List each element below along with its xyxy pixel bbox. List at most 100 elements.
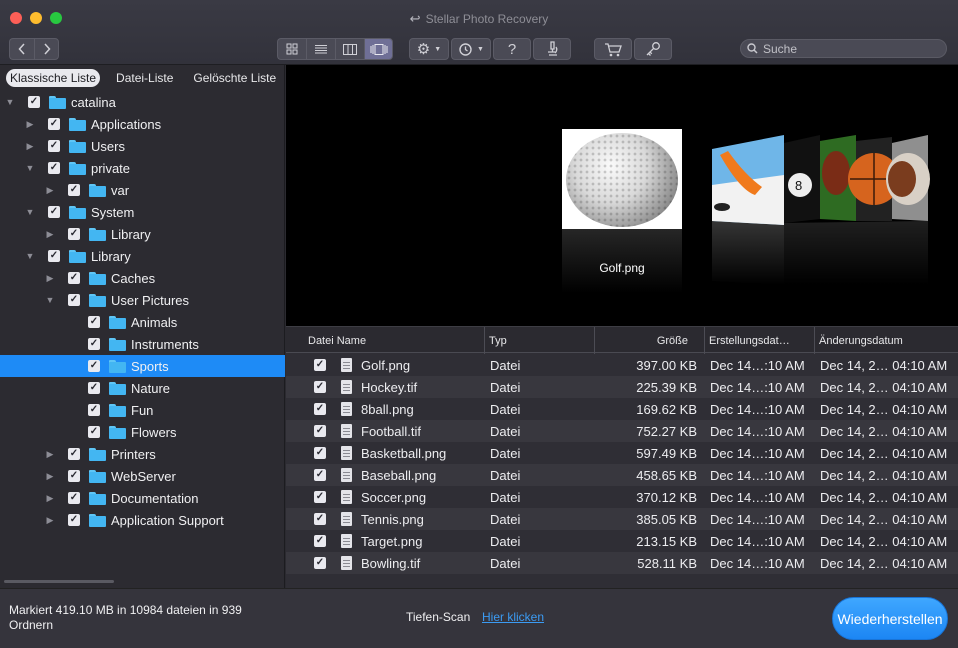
- column-header-modified[interactable]: Änderungsdatum: [815, 327, 958, 354]
- table-row[interactable]: ✓ Bowling.tif Datei 528.11 KB Dec 14…:10 AM D…: [286, 552, 958, 574]
- tree-item-nature[interactable]: ✓ Nature: [0, 377, 285, 399]
- coverflow-side-images[interactable]: 8: [710, 135, 932, 285]
- tree-checkbox[interactable]: ✓: [68, 514, 80, 526]
- disclosure-closed-icon[interactable]: ▶: [24, 140, 36, 152]
- tree-checkbox[interactable]: ✓: [68, 184, 80, 196]
- table-row[interactable]: ✓ Soccer.png Datei 370.12 KB Dec 14…:10 AM De…: [286, 486, 958, 508]
- disclosure-closed-icon[interactable]: ▶: [24, 118, 36, 130]
- disclosure-open-icon[interactable]: ▼: [24, 206, 36, 218]
- tree-item-fun[interactable]: ✓ Fun: [0, 399, 285, 421]
- row-checkbox[interactable]: ✓: [314, 425, 326, 437]
- row-checkbox[interactable]: ✓: [314, 381, 326, 393]
- tree-checkbox[interactable]: ✓: [88, 404, 100, 416]
- tree-item-system[interactable]: ▼ ✓ System: [0, 201, 285, 223]
- history-menu-button[interactable]: ▼: [451, 38, 491, 60]
- disclosure-open-icon[interactable]: ▼: [44, 294, 56, 306]
- row-checkbox[interactable]: ✓: [314, 513, 326, 525]
- disclosure-open-icon[interactable]: ▼: [24, 162, 36, 174]
- disclosure-closed-icon[interactable]: ▶: [44, 470, 56, 482]
- tree-checkbox[interactable]: ✓: [68, 492, 80, 504]
- table-row[interactable]: ✓ 8ball.png Datei 169.62 KB Dec 14…:10 AM Dec…: [286, 398, 958, 420]
- column-header-name[interactable]: Datei Name: [286, 327, 485, 354]
- tree-item-var[interactable]: ▶ ✓ var: [0, 179, 285, 201]
- tree-item-caches[interactable]: ▶ ✓ Caches: [0, 267, 285, 289]
- disclosure-open-icon[interactable]: ▼: [4, 96, 16, 108]
- table-row[interactable]: ✓ Golf.png Datei 397.00 KB Dec 14…:10 AM Dec …: [286, 354, 958, 376]
- deep-scan-link[interactable]: Hier klicken: [482, 610, 544, 624]
- tree-checkbox[interactable]: ✓: [28, 96, 40, 108]
- tab-deleted-list[interactable]: Gelöschte Liste: [189, 69, 280, 87]
- row-checkbox[interactable]: ✓: [314, 535, 326, 547]
- tree-checkbox[interactable]: ✓: [48, 250, 60, 262]
- disclosure-closed-icon[interactable]: ▶: [44, 272, 56, 284]
- tree-item-private[interactable]: ▼ ✓ private: [0, 157, 285, 179]
- sidebar-scrollbar[interactable]: [4, 580, 114, 583]
- table-row[interactable]: ✓ Football.tif Datei 752.27 KB Dec 14…:10 AM…: [286, 420, 958, 442]
- column-header-type[interactable]: Typ: [485, 327, 595, 354]
- disclosure-closed-icon[interactable]: ▶: [44, 448, 56, 460]
- tree-checkbox[interactable]: ✓: [68, 228, 80, 240]
- tree-item-application-support[interactable]: ▶ ✓ Application Support: [0, 509, 285, 531]
- table-row[interactable]: ✓ Basketball.png Datei 597.49 KB Dec 14…:10 …: [286, 442, 958, 464]
- tree-checkbox[interactable]: ✓: [48, 162, 60, 174]
- grid-view-button[interactable]: [277, 38, 306, 60]
- recover-button[interactable]: Wiederherstellen: [832, 597, 948, 640]
- preview-analysis-button[interactable]: [533, 38, 571, 60]
- row-checkbox[interactable]: ✓: [314, 403, 326, 415]
- table-row[interactable]: ✓ Target.png Datei 213.15 KB Dec 14…:10 AM De…: [286, 530, 958, 552]
- tab-file-list[interactable]: Datei-Liste: [112, 69, 177, 87]
- search-input[interactable]: [763, 41, 943, 56]
- disclosure-closed-icon[interactable]: ▶: [44, 184, 56, 196]
- column-view-button[interactable]: [335, 38, 364, 60]
- tree-item-users[interactable]: ▶ ✓ Users: [0, 135, 285, 157]
- tree-item-animals[interactable]: ✓ Animals: [0, 311, 285, 333]
- row-checkbox[interactable]: ✓: [314, 447, 326, 459]
- table-row[interactable]: ✓ Baseball.png Datei 458.65 KB Dec 14…:10 AM…: [286, 464, 958, 486]
- disclosure-closed-icon[interactable]: ▶: [44, 514, 56, 526]
- tree-item-catalina[interactable]: ▼ ✓ catalina: [0, 91, 285, 113]
- tree-item-instruments[interactable]: ✓ Instruments: [0, 333, 285, 355]
- tree-checkbox[interactable]: ✓: [48, 140, 60, 152]
- buy-button[interactable]: [594, 38, 632, 60]
- tree-checkbox[interactable]: ✓: [68, 448, 80, 460]
- tree-item-library[interactable]: ▼ ✓ Library: [0, 245, 285, 267]
- tree-checkbox[interactable]: ✓: [88, 360, 100, 372]
- search-field[interactable]: [740, 39, 947, 58]
- tree-checkbox[interactable]: ✓: [88, 338, 100, 350]
- column-header-created[interactable]: Erstellungsdat…: [705, 327, 815, 354]
- tree-item-applications[interactable]: ▶ ✓ Applications: [0, 113, 285, 135]
- row-checkbox[interactable]: ✓: [314, 469, 326, 481]
- preview-image-golf[interactable]: [562, 129, 682, 229]
- column-header-size[interactable]: Größe: [595, 327, 705, 354]
- tree-checkbox[interactable]: ✓: [88, 426, 100, 438]
- list-view-button[interactable]: [306, 38, 335, 60]
- forward-button[interactable]: [34, 38, 59, 60]
- tree-checkbox[interactable]: ✓: [88, 316, 100, 328]
- tree-item-sports[interactable]: ✓ Sports: [0, 355, 285, 377]
- activate-button[interactable]: [634, 38, 672, 60]
- tree-item-webserver[interactable]: ▶ ✓ WebServer: [0, 465, 285, 487]
- tree-item-documentation[interactable]: ▶ ✓ Documentation: [0, 487, 285, 509]
- tree-item-library[interactable]: ▶ ✓ Library: [0, 223, 285, 245]
- back-button[interactable]: [9, 38, 34, 60]
- coverflow-view-button[interactable]: [364, 38, 393, 60]
- help-button[interactable]: ?: [493, 38, 531, 60]
- tree-checkbox[interactable]: ✓: [68, 470, 80, 482]
- tree-item-printers[interactable]: ▶ ✓ Printers: [0, 443, 285, 465]
- table-row[interactable]: ✓ Hockey.tif Datei 225.39 KB Dec 14…:10 AM De…: [286, 376, 958, 398]
- row-checkbox[interactable]: ✓: [314, 491, 326, 503]
- table-row[interactable]: ✓ Tennis.png Datei 385.05 KB Dec 14…:10 AM De…: [286, 508, 958, 530]
- row-checkbox[interactable]: ✓: [314, 359, 326, 371]
- settings-menu-button[interactable]: ⚙ ▼: [409, 38, 449, 60]
- disclosure-open-icon[interactable]: ▼: [24, 250, 36, 262]
- tree-checkbox[interactable]: ✓: [88, 382, 100, 394]
- tree-checkbox[interactable]: ✓: [68, 272, 80, 284]
- tree-checkbox[interactable]: ✓: [48, 206, 60, 218]
- tree-checkbox[interactable]: ✓: [48, 118, 60, 130]
- tree-item-user-pictures[interactable]: ▼ ✓ User Pictures: [0, 289, 285, 311]
- disclosure-closed-icon[interactable]: ▶: [44, 228, 56, 240]
- row-checkbox[interactable]: ✓: [314, 557, 326, 569]
- tree-checkbox[interactable]: ✓: [68, 294, 80, 306]
- tree-item-flowers[interactable]: ✓ Flowers: [0, 421, 285, 443]
- tab-classic-list[interactable]: Klassische Liste: [6, 69, 101, 87]
